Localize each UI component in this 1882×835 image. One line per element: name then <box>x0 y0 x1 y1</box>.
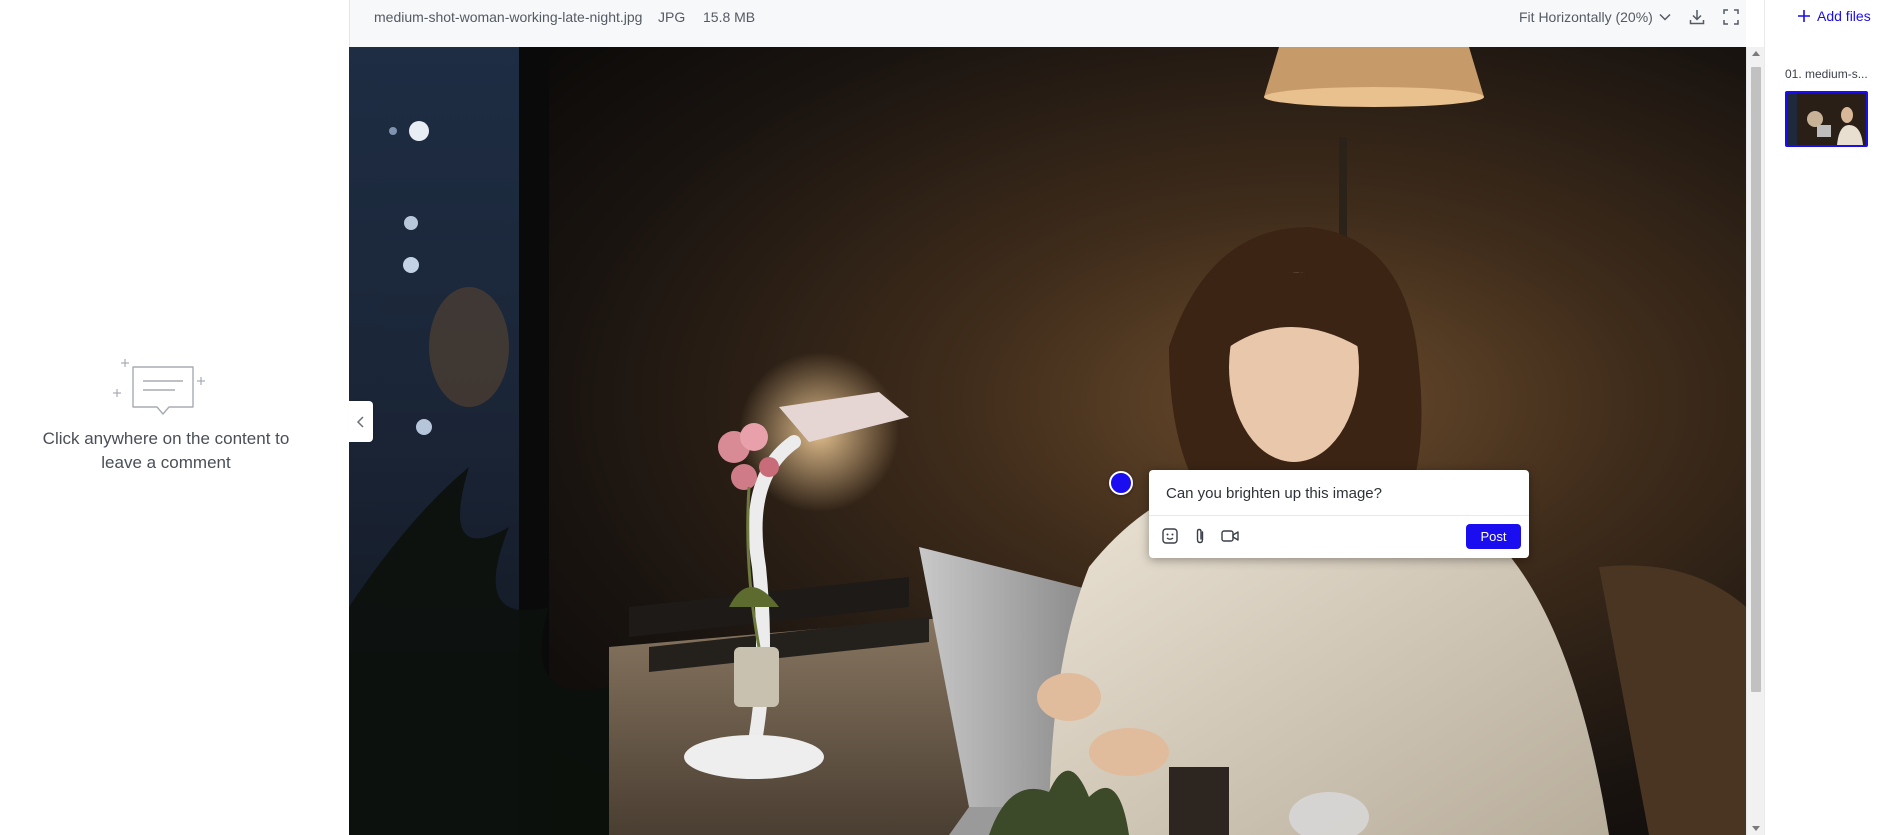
post-button[interactable]: Post <box>1466 524 1521 549</box>
download-icon <box>1689 10 1705 25</box>
comment-composer: Can you brighten up this image? Post <box>1149 470 1529 558</box>
collapse-panel-button[interactable] <box>349 401 373 442</box>
comments-empty-state: Click anywhere on the content to leave a… <box>0 355 332 475</box>
scroll-up-arrow-icon[interactable] <box>1752 51 1760 56</box>
chevron-left-icon <box>356 415 364 428</box>
video-camera-icon <box>1221 530 1239 542</box>
attach-button[interactable] <box>1188 524 1212 548</box>
comment-input[interactable]: Can you brighten up this image? <box>1166 485 1382 502</box>
viewer-scrollbar[interactable] <box>1746 47 1764 835</box>
review-app: Click anywhere on the content to leave a… <box>0 0 1882 835</box>
file-item-label[interactable]: 01. medium-s... <box>1785 67 1881 81</box>
plus-icon <box>1798 10 1810 22</box>
scroll-thumb[interactable] <box>1751 67 1761 692</box>
emoji-button[interactable] <box>1158 524 1182 548</box>
scroll-down-arrow-icon[interactable] <box>1752 826 1760 831</box>
comment-bubble-icon <box>113 359 205 415</box>
photo-woman-working-late-night <box>349 47 1746 835</box>
download-button[interactable] <box>1686 6 1708 28</box>
fullscreen-button[interactable] <box>1720 6 1742 28</box>
paperclip-icon <box>1196 528 1204 544</box>
emoji-icon <box>1162 528 1178 544</box>
add-files-button[interactable]: Add files <box>1797 8 1871 24</box>
record-video-button[interactable] <box>1218 524 1242 548</box>
comments-panel: Click anywhere on the content to leave a… <box>0 0 349 835</box>
file-name: medium-shot-woman-working-late-night.jpg <box>374 9 643 25</box>
comment-pin[interactable] <box>1109 471 1133 495</box>
file-toolbar: medium-shot-woman-working-late-night.jpg… <box>349 0 1746 47</box>
chevron-down-icon <box>1659 13 1671 21</box>
comment-divider <box>1149 515 1529 516</box>
image-viewer[interactable]: Can you brighten up this image? Post <box>349 47 1746 835</box>
thumbnail-image <box>1787 93 1866 145</box>
zoom-label: Fit Horizontally (20%) <box>1519 9 1653 25</box>
file-thumbnail[interactable] <box>1785 91 1868 147</box>
file-type: JPG <box>658 9 686 25</box>
files-panel: Add files 01. medium-s... <box>1764 0 1882 835</box>
add-files-label: Add files <box>1817 8 1871 24</box>
comments-empty-text: Click anywhere on the content to leave a… <box>42 429 290 472</box>
zoom-dropdown[interactable]: Fit Horizontally (20%) <box>1519 7 1671 27</box>
file-size: 15.8 MB <box>703 9 756 25</box>
fullscreen-icon <box>1723 9 1739 25</box>
